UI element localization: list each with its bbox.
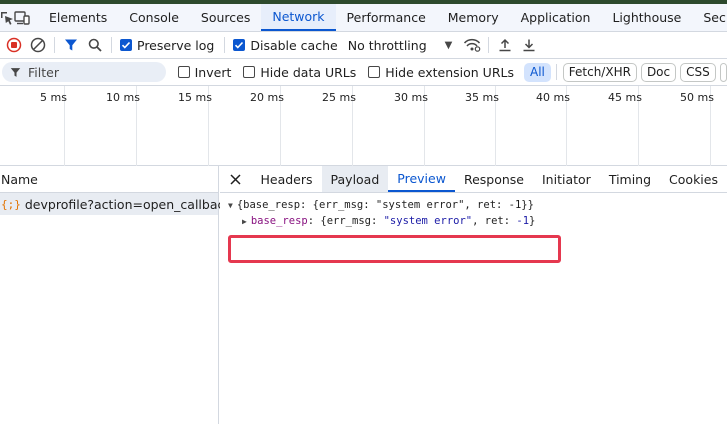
devtools-tab-bar: Elements Console Sources Network Perform… xyxy=(0,4,727,32)
tab-response[interactable]: Response xyxy=(455,166,533,192)
tab-cookies[interactable]: Cookies xyxy=(660,166,727,192)
tab-console[interactable]: Console xyxy=(118,4,190,31)
xhr-request-icon: {;} xyxy=(1,197,21,211)
json-key: base_resp xyxy=(250,215,308,227)
timeline-tick-label: 35 ms xyxy=(465,91,499,104)
hide-extension-urls-label: Hide extension URLs xyxy=(385,64,514,80)
toolbar-divider xyxy=(488,37,490,53)
import-har-icon[interactable] xyxy=(493,33,517,57)
request-details: Headers Payload Preview Response Initiat… xyxy=(220,166,727,424)
filter-funnel-icon[interactable] xyxy=(59,33,83,57)
invert-label: Invert xyxy=(194,64,232,80)
timeline-tick-label: 30 ms xyxy=(394,91,428,104)
network-conditions-icon[interactable] xyxy=(460,33,484,57)
type-filter-all[interactable]: All xyxy=(524,62,551,82)
json-object-mid: , ret: xyxy=(472,215,517,227)
toolbar-divider xyxy=(224,37,226,53)
disable-cache-label: Disable cache xyxy=(250,37,338,53)
hide-data-urls-label: Hide data URLs xyxy=(260,64,357,80)
inspect-element-icon[interactable] xyxy=(0,4,14,31)
filter-input[interactable]: Filter xyxy=(2,62,166,82)
json-root-node[interactable]: ▼ {base_resp: {err_msg: "system error", r… xyxy=(228,199,534,211)
tab-application[interactable]: Application xyxy=(510,4,602,31)
stop-recording-icon[interactable] xyxy=(2,33,26,57)
export-har-icon[interactable] xyxy=(517,33,541,57)
expanded-triangle-icon[interactable]: ▼ xyxy=(228,201,233,210)
tab-network[interactable]: Network xyxy=(261,4,336,31)
type-filter-fetch-xhr[interactable]: Fetch/XHR xyxy=(562,62,637,82)
details-tab-bar: Headers Payload Preview Response Initiat… xyxy=(220,166,727,193)
type-filter-doc[interactable]: Doc xyxy=(640,62,677,82)
type-filter-more[interactable] xyxy=(719,62,727,82)
tab-security[interactable]: Sec xyxy=(692,4,727,31)
tab-preview[interactable]: Preview xyxy=(388,166,455,192)
timeline-tick-label: 15 ms xyxy=(178,91,212,104)
timeline-tick-label: 45 ms xyxy=(608,91,642,104)
json-object-open: {err_msg: xyxy=(320,215,384,227)
json-number-value: -1 xyxy=(516,215,530,227)
filter-placeholder: Filter xyxy=(28,64,59,80)
hide-extension-urls-checkbox[interactable]: Hide extension URLs xyxy=(368,65,514,80)
timeline-tick-label: 50 ms xyxy=(680,91,714,104)
tab-memory[interactable]: Memory xyxy=(437,4,510,31)
json-child-node[interactable]: ▶ base_resp: {err_msg: "system error", re… xyxy=(242,215,535,227)
tab-payload[interactable]: Payload xyxy=(321,166,389,192)
network-toolbar: Preserve log Disable cache No throttling… xyxy=(0,32,727,59)
unchecked-checkbox-icon[interactable] xyxy=(243,66,256,78)
tab-elements[interactable]: Elements xyxy=(38,4,118,31)
collapsed-triangle-icon[interactable]: ▶ xyxy=(242,217,247,226)
throttling-select[interactable]: No throttling ▼ xyxy=(348,38,453,53)
type-filter-css[interactable]: CSS xyxy=(680,62,716,82)
highlight-box xyxy=(228,235,561,263)
toolbar-divider xyxy=(111,37,112,53)
chevron-down-icon: ▼ xyxy=(444,39,453,51)
filter-bar: Filter Invert Hide data URLs Hide extens… xyxy=(0,59,727,86)
checked-checkbox-icon[interactable] xyxy=(120,39,132,51)
json-string-value: "system error" xyxy=(383,215,473,227)
timeline-tick-label: 10 ms xyxy=(106,91,140,104)
request-row[interactable]: {;} devprofile?action=open_callback xyxy=(0,193,232,215)
unchecked-checkbox-icon[interactable] xyxy=(177,66,190,78)
timeline-tick-label: 5 ms xyxy=(40,91,67,104)
request-list: Name {;} devprofile?action=open_callback xyxy=(0,166,232,424)
filter-icon xyxy=(10,67,21,77)
clear-icon[interactable] xyxy=(26,33,50,57)
json-root-text: {base_resp: {err_msg: "system error", re… xyxy=(236,199,534,211)
timeline-overview[interactable]: 5 ms 10 ms 15 ms 20 ms 25 ms 30 ms 35 ms… xyxy=(0,86,727,166)
disable-cache-checkbox[interactable]: Disable cache xyxy=(233,37,338,53)
device-toolbar-icon[interactable] xyxy=(14,4,30,31)
tab-lighthouse[interactable]: Lighthouse xyxy=(601,4,692,31)
timeline-tick-label: 20 ms xyxy=(250,91,284,104)
preserve-log-label: Preserve log xyxy=(137,37,215,53)
tab-performance[interactable]: Performance xyxy=(336,4,437,31)
name-column-header[interactable]: Name xyxy=(0,166,218,193)
search-icon[interactable] xyxy=(83,33,107,57)
tab-headers[interactable]: Headers xyxy=(252,166,322,192)
checked-checkbox-icon[interactable] xyxy=(233,39,246,51)
timeline-tick-label: 25 ms xyxy=(322,91,356,104)
json-separator: : xyxy=(307,215,321,227)
toolbar-divider xyxy=(54,37,55,53)
filter-divider xyxy=(555,64,557,80)
tab-initiator[interactable]: Initiator xyxy=(533,166,600,192)
timeline-tick-label: 40 ms xyxy=(536,91,570,104)
tab-timing[interactable]: Timing xyxy=(600,166,660,192)
json-object-close: } xyxy=(529,215,536,227)
unchecked-checkbox-icon[interactable] xyxy=(368,66,381,78)
hide-data-urls-checkbox[interactable]: Hide data URLs xyxy=(243,65,356,80)
preserve-log-checkbox[interactable]: Preserve log xyxy=(120,38,214,53)
invert-checkbox[interactable]: Invert xyxy=(177,64,232,80)
throttling-value: No throttling xyxy=(347,37,427,53)
tab-sources[interactable]: Sources xyxy=(190,4,261,31)
close-icon[interactable] xyxy=(220,166,252,192)
request-name: devprofile?action=open_callback xyxy=(24,196,232,212)
